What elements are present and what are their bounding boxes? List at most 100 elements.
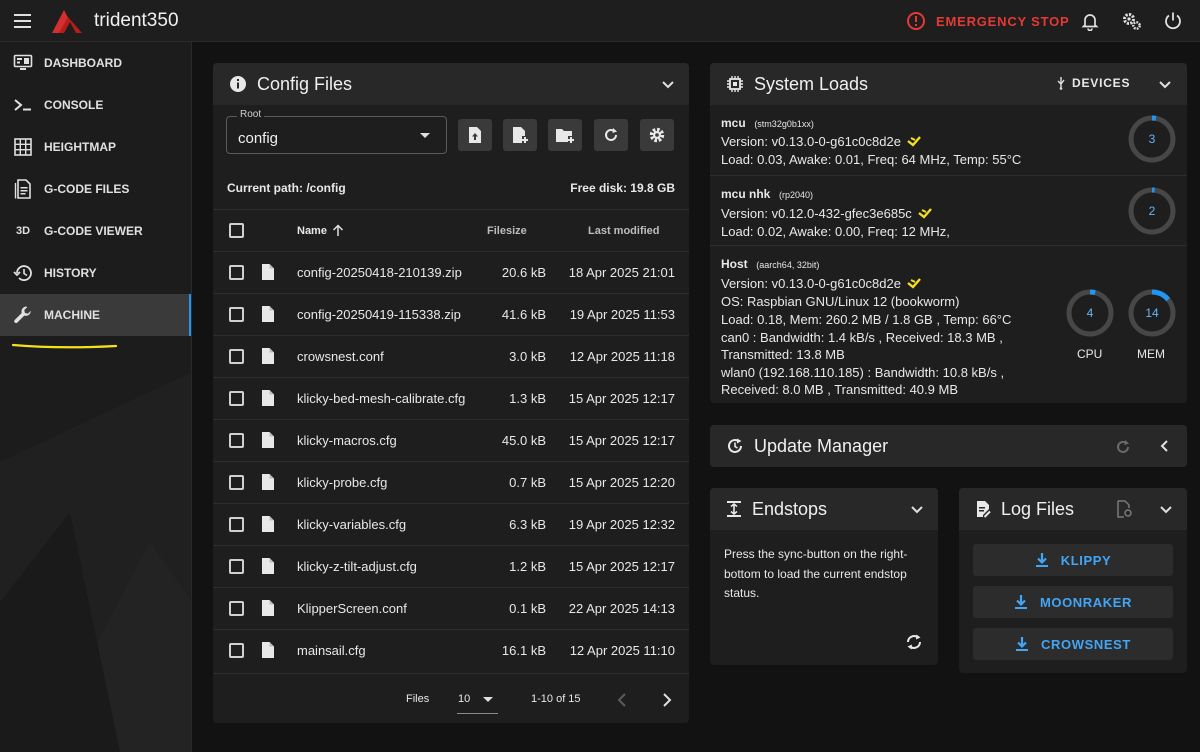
row-checkbox[interactable] — [229, 391, 244, 406]
files-per-page-label: Files — [406, 693, 430, 705]
table-row[interactable]: config-20250418-210139.zip 20.6 kB 18 Apr … — [213, 251, 689, 293]
row-checkbox[interactable] — [229, 307, 244, 322]
nav-label: CONSOLE — [44, 98, 104, 112]
column-last-modified[interactable]: Last modified — [588, 225, 660, 237]
host-can0: can0 : Bandwidth: 1.4 kB/s , Received: 1… — [721, 330, 1003, 345]
file-modified: 12 Apr 2025 11:10 — [569, 643, 675, 658]
file-name[interactable]: crowsnest.conf — [297, 349, 384, 364]
arrow-up-icon[interactable] — [332, 224, 344, 237]
devices-button[interactable]: DEVICES — [1056, 76, 1130, 90]
root-select[interactable]: Root config — [226, 109, 447, 154]
grid-icon — [13, 137, 33, 157]
row-checkbox[interactable] — [229, 265, 244, 280]
config-files-panel: Config Files Root config Current path: /… — [213, 63, 689, 723]
column-filesize[interactable]: Filesize — [487, 225, 527, 237]
table-row[interactable]: klicky-probe.cfg 0.7 kB 15 Apr 2025 12:20 — [213, 461, 689, 503]
emergency-stop-label: EMERGENCY STOP — [936, 13, 1070, 29]
nav-history[interactable]: HISTORY — [0, 252, 191, 294]
console-icon — [13, 95, 33, 115]
nav-gcode-viewer[interactable]: 3D G-CODE VIEWER — [0, 210, 191, 252]
table-row[interactable]: klicky-variables.cfg 6.3 kB 19 Apr 2025 12… — [213, 503, 689, 545]
mcu-chip: (rp2040) — [778, 190, 813, 200]
table-row[interactable]: klicky-z-tilt-adjust.cfg 1.2 kB 15 Apr 202… — [213, 545, 689, 587]
file-modified: 12 Apr 2025 11:18 — [569, 349, 675, 364]
cogs-icon[interactable] — [1121, 11, 1141, 31]
file-name[interactable]: klicky-probe.cfg — [297, 475, 387, 490]
file-modified: 22 Apr 2025 14:13 — [568, 601, 675, 616]
nav-dashboard[interactable]: DASHBOARD — [0, 42, 191, 84]
upload-file-button[interactable] — [458, 119, 492, 151]
row-checkbox[interactable] — [229, 643, 244, 658]
file-name[interactable]: config-20250419-115338.zip — [297, 307, 461, 322]
row-checkbox[interactable] — [229, 433, 244, 448]
annotation-check-icon — [918, 207, 932, 219]
file-name[interactable]: klicky-z-tilt-adjust.cfg — [297, 559, 417, 574]
wrench-icon — [13, 305, 33, 325]
chevron-down-icon[interactable] — [909, 501, 925, 517]
free-disk: Free disk: 19.8 GB — [570, 181, 675, 195]
nav-console[interactable]: CONSOLE — [0, 84, 191, 126]
power-icon[interactable] — [1163, 11, 1183, 31]
row-checkbox[interactable] — [229, 517, 244, 532]
create-file-button[interactable] — [503, 119, 537, 151]
sync-icon[interactable] — [905, 633, 923, 651]
table-row[interactable]: klicky-bed-mesh-calibrate.cfg 1.3 kB 15 Ap… — [213, 377, 689, 419]
table-row[interactable]: crowsnest.conf 3.0 kB 12 Apr 2025 11:18 — [213, 335, 689, 377]
emergency-stop-button[interactable]: EMERGENCY STOP — [906, 10, 1070, 32]
table-row[interactable]: config-20250419-115338.zip 41.6 kB 19 Apr … — [213, 293, 689, 335]
download-klippy-log-button[interactable]: KLIPPY — [973, 544, 1173, 576]
row-checkbox[interactable] — [229, 349, 244, 364]
refresh-button[interactable] — [594, 119, 628, 151]
per-page-select[interactable]: 10 — [457, 686, 498, 714]
nav-heightmap[interactable]: HEIGHTMAP — [0, 126, 191, 168]
nav-gcode-files[interactable]: G-CODE FILES — [0, 168, 191, 210]
file-refresh-icon[interactable] — [1116, 500, 1132, 518]
logo-icon[interactable] — [50, 8, 84, 34]
file-modified: 19 Apr 2025 11:53 — [569, 307, 675, 322]
mcu-load: Load: 0.02, Awake: 0.00, Freq: 12 MHz, — [721, 224, 950, 239]
chevron-down-icon[interactable] — [1157, 76, 1173, 92]
update-icon — [728, 438, 742, 453]
chevron-down-icon[interactable] — [1158, 501, 1174, 517]
row-checkbox[interactable] — [229, 559, 244, 574]
refresh-icon[interactable] — [1115, 439, 1131, 455]
row-checkbox[interactable] — [229, 601, 244, 616]
table-row[interactable]: KlipperScreen.conf 0.1 kB 22 Apr 2025 14:1… — [213, 587, 689, 629]
annotation-check-icon — [907, 135, 921, 147]
file-name[interactable]: mainsail.cfg — [297, 643, 366, 658]
file-icon — [261, 431, 275, 449]
nav-label: HEIGHTMAP — [44, 140, 116, 154]
file-name[interactable]: config-20250418-210139.zip — [297, 265, 462, 280]
host-wlan0-rx: Received: 8.0 MB , Transmitted: 40.9 MB — [721, 382, 958, 397]
chevron-left-icon[interactable] — [1157, 438, 1173, 454]
host-version-row: Version: v0.13.0-0-g61c0c8d2e — [721, 276, 921, 291]
select-all-checkbox[interactable] — [229, 223, 244, 238]
table-row[interactable]: mainsail.cfg 16.1 kB 12 Apr 2025 11:10 — [213, 629, 689, 671]
create-folder-button[interactable] — [548, 119, 582, 151]
download-moonraker-log-button[interactable]: MOONRAKER — [973, 586, 1173, 618]
bell-icon[interactable] — [1080, 11, 1100, 31]
file-name[interactable]: klicky-variables.cfg — [297, 517, 406, 532]
printer-name[interactable]: trident350 — [94, 10, 179, 32]
file-modified: 18 Apr 2025 21:01 — [568, 265, 675, 280]
file-name[interactable]: klicky-macros.cfg — [297, 433, 397, 448]
file-size: 6.3 kB — [509, 517, 546, 532]
mcu-name: mcu — [721, 116, 746, 130]
column-name[interactable]: Name — [297, 225, 327, 237]
download-crowsnest-log-button[interactable]: CROWSNEST — [973, 628, 1173, 660]
file-size: 3.0 kB — [509, 349, 546, 364]
row-checkbox[interactable] — [229, 475, 244, 490]
menu-icon[interactable] — [12, 11, 34, 31]
nav-machine[interactable]: MACHINE — [0, 294, 191, 336]
table-footer: Files 10 1-10 of 15 — [213, 673, 689, 723]
3d-icon: 3D — [15, 225, 31, 237]
file-name[interactable]: KlipperScreen.conf — [297, 601, 407, 616]
file-size: 0.7 kB — [509, 475, 546, 490]
table-row[interactable]: klicky-macros.cfg 45.0 kB 15 Apr 2025 12:1… — [213, 419, 689, 461]
chevron-right-icon[interactable] — [662, 693, 672, 707]
file-name[interactable]: klicky-bed-mesh-calibrate.cfg — [297, 391, 465, 406]
chevron-left-icon[interactable] — [617, 693, 627, 707]
mcu-title: mcu nhk (rp2040) — [721, 186, 813, 201]
settings-button[interactable] — [640, 119, 674, 151]
chevron-down-icon[interactable] — [660, 76, 676, 92]
